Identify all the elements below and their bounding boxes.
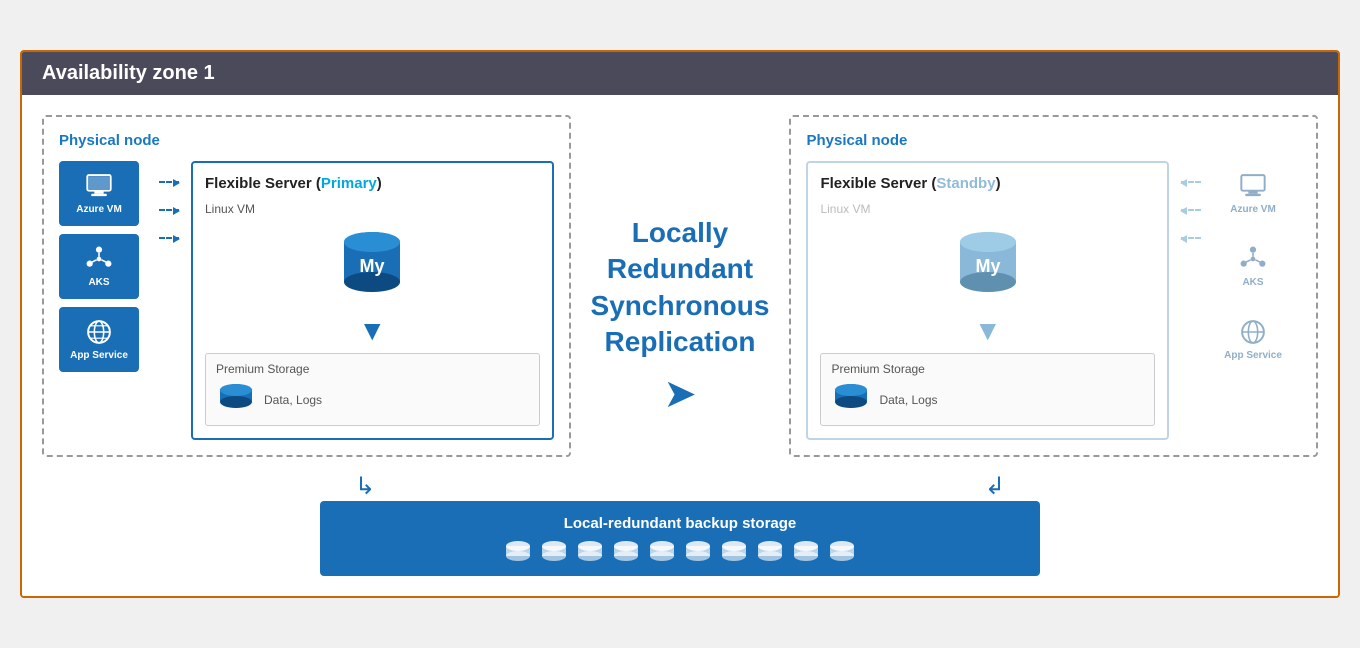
- left-azure-vm-row: Azure VM: [59, 161, 147, 226]
- standby-linux-vm: Linux VM: [820, 202, 1155, 216]
- right-node-label: Physical node: [806, 132, 1301, 149]
- right-aks-box: AKS: [1213, 234, 1293, 299]
- backup-db-1: [503, 540, 533, 562]
- replication-arrow: ➤: [663, 371, 697, 417]
- az-body: Physical node: [22, 95, 1338, 596]
- left-physical-node: Physical node: [42, 115, 571, 457]
- aks-connector: [159, 209, 179, 211]
- svg-text:My: My: [360, 256, 385, 276]
- backup-section: ↳ ↲ Local-redundant backup storage: [42, 472, 1318, 576]
- left-node-label: Physical node: [59, 132, 554, 149]
- backup-db-8: [755, 540, 785, 562]
- primary-storage-text: Data, Logs: [264, 393, 322, 407]
- standby-db-icon: [831, 382, 871, 417]
- right-physical-node: Physical node Flexible Server (Standby) …: [789, 115, 1318, 457]
- left-appservice-box: App Service: [59, 307, 139, 372]
- left-aks-box: AKS: [59, 234, 139, 299]
- right-appservice-row: App Service: [1213, 307, 1301, 372]
- left-backup-arrow: ↳: [355, 472, 375, 501]
- right-azure-vm-box: Azure VM: [1213, 161, 1293, 226]
- standby-storage-text: Data, Logs: [879, 393, 937, 407]
- backup-db-9: [791, 540, 821, 562]
- backup-db-4: [611, 540, 641, 562]
- svg-text:My: My: [975, 256, 1000, 276]
- backup-db-3: [575, 540, 605, 562]
- replication-label: LocallyRedundantSynchronousReplication: [591, 215, 770, 361]
- aks-connector-right: [1181, 209, 1201, 211]
- left-azure-vm-box: Azure VM: [59, 161, 139, 226]
- vm-connector-right: [1181, 181, 1201, 183]
- left-aks-row: AKS: [59, 234, 147, 299]
- primary-db-icon: [216, 382, 256, 417]
- primary-linux-vm: Linux VM: [205, 202, 540, 216]
- primary-storage-icons: Data, Logs: [216, 382, 529, 417]
- backup-icons-row: [360, 540, 1000, 562]
- standby-server-title: Flexible Server (Standby): [820, 175, 1155, 192]
- az-header: Availability zone 1: [22, 52, 1338, 95]
- right-azure-vm-row: Azure VM: [1213, 161, 1301, 226]
- primary-storage-box: Premium Storage Data, Logs: [205, 353, 540, 426]
- backup-db-7: [719, 540, 749, 562]
- primary-server-box: Flexible Server (Primary) Linux VM: [191, 161, 554, 440]
- backup-bar: Local-redundant backup storage: [320, 501, 1040, 576]
- backup-db-6: [683, 540, 713, 562]
- replication-section: LocallyRedundantSynchronousReplication ➤: [591, 115, 770, 417]
- primary-server-title: Flexible Server (Primary): [205, 175, 540, 192]
- primary-mysql-icon: My: [337, 224, 407, 304]
- standby-storage-label: Premium Storage: [831, 362, 1144, 376]
- app-connector-right: [1181, 237, 1201, 239]
- standby-mysql-icon: My: [953, 224, 1023, 304]
- right-appservice-box: App Service: [1213, 307, 1293, 372]
- backup-db-2: [539, 540, 569, 562]
- app-connector: [159, 237, 179, 239]
- primary-storage-label: Premium Storage: [216, 362, 529, 376]
- left-appservice-row: App Service: [59, 307, 147, 372]
- right-backup-arrow: ↲: [985, 472, 1005, 501]
- backup-label: Local-redundant backup storage: [360, 515, 1000, 532]
- vm-connector: [159, 181, 179, 183]
- backup-db-10: [827, 540, 857, 562]
- standby-down-arrow: ▼: [820, 317, 1155, 345]
- diagram-container: Availability zone 1 Physical node: [20, 50, 1340, 598]
- standby-server-box: Flexible Server (Standby) Linux VM My: [806, 161, 1169, 440]
- standby-storage-icons: Data, Logs: [831, 382, 1144, 417]
- az-title: Availability zone 1: [42, 62, 215, 84]
- standby-storage-box: Premium Storage Data, Logs: [820, 353, 1155, 426]
- right-aks-row: AKS: [1213, 234, 1301, 299]
- backup-db-5: [647, 540, 677, 562]
- primary-down-arrow: ▼: [205, 317, 540, 345]
